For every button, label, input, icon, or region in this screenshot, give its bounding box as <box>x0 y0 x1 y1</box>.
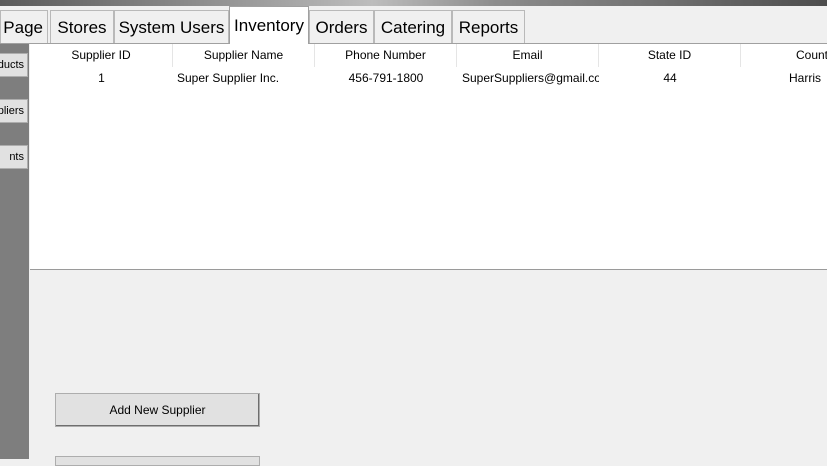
tab-inventory[interactable]: Inventory <box>229 6 309 44</box>
side-button-third[interactable]: nts <box>0 145 28 169</box>
tab-system-users[interactable]: System Users <box>114 10 229 43</box>
secondary-action-button[interactable] <box>55 456 260 466</box>
column-header-supplier-name[interactable]: Supplier Name <box>173 44 315 67</box>
column-header-phone-number[interactable]: Phone Number <box>315 44 457 67</box>
cell-supplier-id: 1 <box>98 71 105 85</box>
cell-county: Harris <box>789 71 821 85</box>
add-new-supplier-button[interactable]: Add New Supplier <box>55 393 260 427</box>
supplier-table[interactable]: Supplier ID Supplier Name Phone Number E… <box>30 44 827 270</box>
cell-phone-number: 456-791-1800 <box>348 71 424 85</box>
column-header-supplier-id[interactable]: Supplier ID <box>30 44 173 67</box>
tab-reports[interactable]: Reports <box>452 10 525 43</box>
side-button-products[interactable]: ducts <box>0 53 28 77</box>
main-tab-strip: Page Stores System Users Inventory Order… <box>0 6 827 44</box>
tab-home-page[interactable]: Page <box>0 10 48 43</box>
side-button-suppliers[interactable]: pliers <box>0 99 28 123</box>
tab-catering[interactable]: Catering <box>374 10 452 43</box>
table-row[interactable]: 1 Super Supplier Inc. 456-791-1800 Super… <box>30 67 827 89</box>
cell-supplier-name: Super Supplier Inc. <box>177 71 280 85</box>
inventory-side-panel: ducts pliers nts <box>0 44 29 459</box>
column-header-county[interactable]: Count <box>741 44 827 67</box>
tab-orders[interactable]: Orders <box>309 10 374 43</box>
column-header-email[interactable]: Email <box>457 44 599 67</box>
column-header-state-id[interactable]: State ID <box>599 44 741 67</box>
table-header: Supplier ID Supplier Name Phone Number E… <box>30 44 827 67</box>
supplier-actions-area <box>30 270 827 459</box>
cell-email: SuperSuppliers@gmail.co <box>462 71 599 85</box>
tab-stores[interactable]: Stores <box>50 10 114 43</box>
cell-state-id: 44 <box>663 71 677 85</box>
